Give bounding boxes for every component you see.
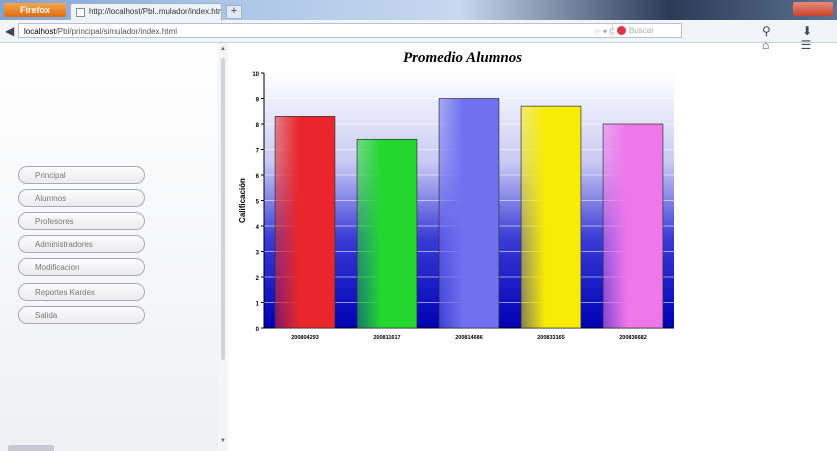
x-tick-label: 200833165 (537, 335, 565, 341)
address-bar[interactable]: localhost/Pbl/principal/simulador/index.… (18, 23, 682, 38)
menu-item-administradores[interactable]: Administradores (18, 235, 145, 253)
toolbar-icons[interactable]: ⚲ ⬇ ⌂ ☰ (762, 24, 837, 52)
x-tick-label: 200811617 (373, 335, 400, 341)
menu-item-reportes-kardex[interactable]: Reportes Kardex (18, 283, 145, 301)
chart-title: Promedio Alumnos (403, 50, 523, 66)
y-tick-label: 9 (256, 98, 260, 104)
navigation-bar: ◀ localhost/Pbl/principal/simulador/inde… (0, 20, 837, 52)
y-tick-label: 7 (256, 149, 260, 155)
search-engine-icon (617, 26, 626, 35)
menu-item-modificacion[interactable]: Modificacion (18, 258, 145, 276)
url-path: /Pbl/principal/simulador/index.html (55, 27, 177, 36)
menu-item-profesores[interactable]: Profesores (18, 212, 145, 230)
window-close-button[interactable] (793, 2, 833, 16)
bar (356, 138, 418, 329)
firefox-menu-button[interactable]: Firefox (4, 3, 66, 17)
menu-item-salida[interactable]: Salida (18, 306, 145, 324)
y-tick-label: 8 (256, 123, 260, 129)
bar (602, 123, 664, 329)
y-tick-label: 6 (256, 174, 260, 180)
bar (520, 105, 582, 329)
x-tick-label: 200836682 (619, 335, 647, 341)
bar (274, 115, 336, 329)
y-tick-label: 3 (256, 251, 260, 257)
sidebar: Principal Alumnos Profesores Administrad… (0, 43, 219, 451)
search-input[interactable]: Buscar (612, 23, 682, 38)
new-tab-button[interactable]: + (226, 5, 242, 19)
url-host: localhost (24, 27, 56, 36)
scroll-up-arrow-icon[interactable]: ▲ (220, 46, 226, 52)
x-tick-label: 200804293 (291, 335, 319, 341)
back-arrow-icon[interactable]: ◀ (5, 25, 14, 37)
menu-item-alumnos[interactable]: Alumnos (18, 189, 145, 207)
status-tab (8, 445, 54, 451)
bar-chart: 0 1 2 3 4 5 6 7 8 9 10 Calificación 200804293 2008116… (238, 72, 674, 341)
y-axis-label: Calificación (238, 178, 247, 223)
y-tick-label: 4 (256, 225, 260, 231)
y-tick-label: 5 (256, 200, 260, 206)
y-tick-label: 2 (256, 276, 260, 282)
y-tick-label: 10 (252, 72, 259, 78)
search-placeholder: Buscar (629, 26, 654, 35)
menu-item-principal[interactable]: Principal (18, 166, 145, 184)
tab-title: http://localhost/Pbl..mulador/index.html (89, 7, 222, 16)
browser-titlebar: Firefox http://localhost/Pbl..mulador/in… (0, 0, 837, 20)
y-tick-label: 0 (256, 327, 260, 333)
bar (438, 98, 500, 329)
x-tick-label: 200814686 (455, 335, 483, 341)
page-favicon-icon (76, 8, 85, 17)
browser-tab[interactable]: http://localhost/Pbl..mulador/index.html (70, 3, 222, 20)
sidebar-scrollbar[interactable] (221, 58, 225, 360)
scroll-down-arrow-icon[interactable]: ▼ (220, 438, 226, 444)
y-tick-label: 1 (256, 302, 260, 308)
